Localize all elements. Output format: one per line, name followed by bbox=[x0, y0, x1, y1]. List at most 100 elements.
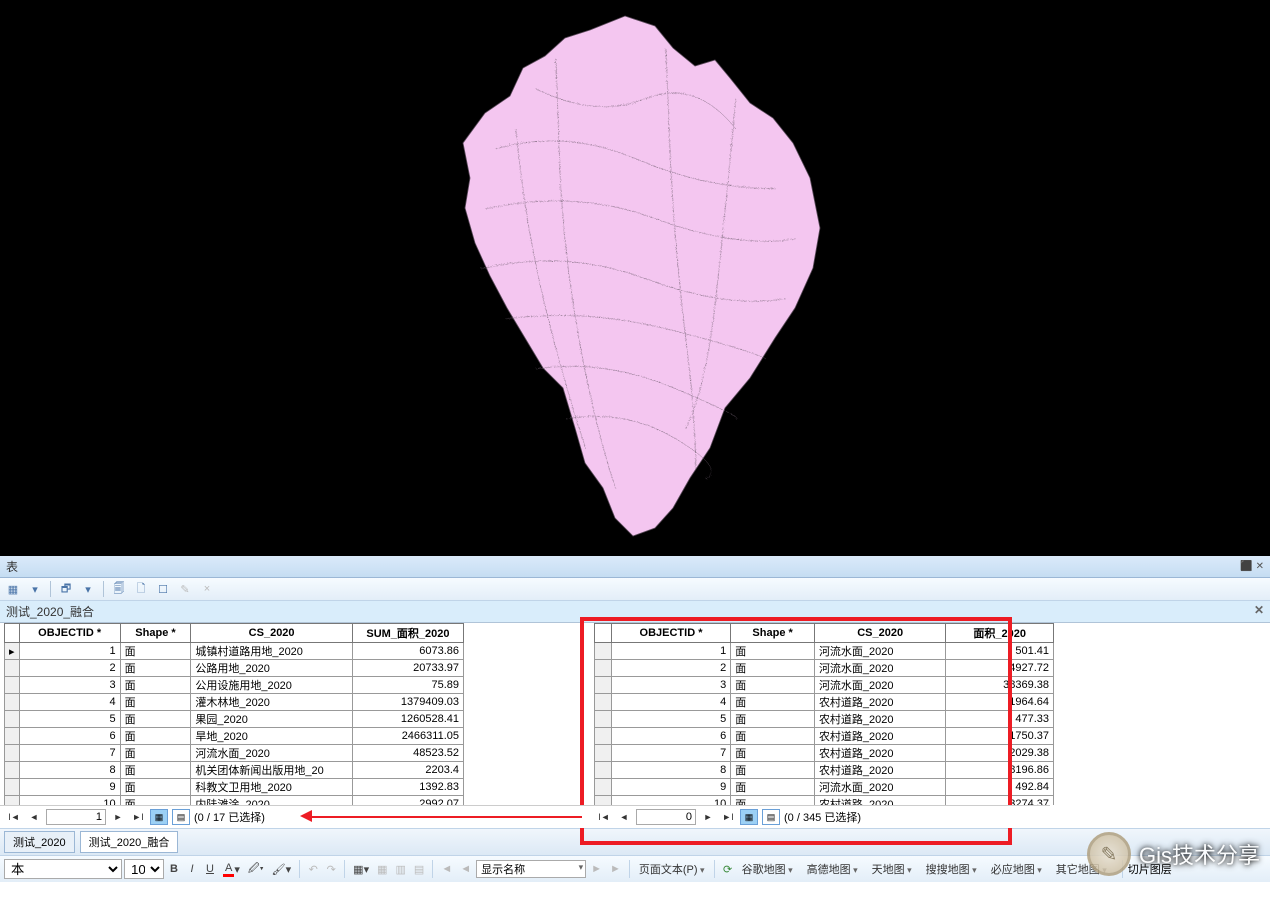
column-header[interactable] bbox=[595, 624, 612, 643]
column-header[interactable] bbox=[5, 624, 20, 643]
font-size-select[interactable]: 10 bbox=[124, 859, 164, 879]
panel-pin-buttons[interactable]: ⬛ ✕ bbox=[1240, 561, 1264, 572]
tab-item[interactable]: 测试_2020 bbox=[4, 831, 75, 853]
next-record-icon[interactable]: ► bbox=[700, 809, 716, 825]
column-header[interactable]: OBJECTID * bbox=[611, 624, 731, 643]
zoom-selection-icon: ✎ bbox=[176, 580, 194, 598]
font-family-select[interactable]: 本 bbox=[4, 859, 122, 879]
snap-icon: ▦ bbox=[374, 860, 390, 878]
table-row[interactable]: 5面农村道路_2020477.33 bbox=[595, 711, 1054, 728]
next-record-icon[interactable]: ► bbox=[110, 809, 126, 825]
left-table[interactable]: OBJECTID *Shape *CS_2020SUM_面积_2020 ▸1面城… bbox=[4, 623, 464, 805]
annotation-arrow-head bbox=[300, 810, 312, 822]
table-row[interactable]: 7面农村道路_20202029.38 bbox=[595, 745, 1054, 762]
map-viewport[interactable] bbox=[0, 0, 1270, 556]
dropdown-icon[interactable]: ▾ bbox=[79, 580, 97, 598]
basemap-menu[interactable]: 高德地图 bbox=[803, 864, 862, 876]
font-color-icon[interactable]: A▾ bbox=[220, 860, 243, 878]
table-row[interactable]: ▸1面城镇村道路用地_20206073.86 bbox=[5, 643, 464, 660]
table-row[interactable]: 4面农村道路_20201964.64 bbox=[595, 694, 1054, 711]
column-header[interactable]: CS_2020 bbox=[191, 624, 353, 643]
select-by-attr-icon[interactable]: 🗐 bbox=[110, 580, 128, 598]
close-icon[interactable]: ✕ bbox=[1254, 603, 1264, 620]
first-record-icon[interactable]: I◄ bbox=[596, 809, 612, 825]
right-nav-bar: I◄ ◄ ► ►I ▦ ▤ (0 / 345 已选择) bbox=[590, 805, 1050, 828]
prev-record-icon[interactable]: ◄ bbox=[616, 809, 632, 825]
switch-selection-icon[interactable]: 🗋 bbox=[132, 580, 150, 598]
table-row[interactable]: 6面旱地_20202466311.05 bbox=[5, 728, 464, 745]
right-table[interactable]: OBJECTID *Shape *CS_2020面积_2020 1面河流水面_2… bbox=[594, 623, 1054, 805]
watermark-text: Gis技术分享 bbox=[1139, 838, 1260, 870]
column-header[interactable]: CS_2020 bbox=[814, 624, 945, 643]
first-record-icon[interactable]: I◄ bbox=[6, 809, 22, 825]
record-number-input[interactable] bbox=[636, 809, 696, 825]
left-table-block: OBJECTID *Shape *CS_2020SUM_面积_2020 ▸1面城… bbox=[4, 623, 464, 805]
basemap-menu[interactable]: 天地图 bbox=[868, 864, 916, 876]
column-header[interactable]: Shape * bbox=[731, 624, 815, 643]
watermark: ✎ Gis技术分享 bbox=[1087, 832, 1260, 876]
table-row[interactable]: 10面内陆滩涂_20202992.07 bbox=[5, 796, 464, 806]
attribute-table-panel: 表 ⬛ ✕ ▦ ▾ 🗗 ▾ 🗐 🗋 ☐ ✎ × 测试_2020_融合 ✕ OBJ… bbox=[0, 556, 1270, 855]
last-record-icon[interactable]: ►I bbox=[130, 809, 146, 825]
table-name: 测试_2020_融合 bbox=[6, 603, 94, 620]
undo-icon: ↶ bbox=[305, 860, 321, 878]
rulers-icon: ▤ bbox=[411, 860, 427, 878]
column-header[interactable]: OBJECTID * bbox=[19, 624, 120, 643]
show-all-icon[interactable]: ▦ bbox=[150, 809, 168, 825]
next2-icon: ► bbox=[607, 860, 624, 878]
next-icon: ► bbox=[588, 860, 605, 878]
grid-icon[interactable]: ▦▾ bbox=[350, 860, 372, 878]
table-row[interactable]: 5面果园_20201260528.41 bbox=[5, 711, 464, 728]
table-row[interactable]: 4面灌木林地_20201379409.03 bbox=[5, 694, 464, 711]
column-header[interactable]: 面积_2020 bbox=[946, 624, 1054, 643]
bold-icon[interactable]: B bbox=[166, 860, 182, 878]
prev-icon: ◄ bbox=[438, 860, 455, 878]
right-table-block: OBJECTID *Shape *CS_2020面积_2020 1面河流水面_2… bbox=[594, 623, 1054, 805]
show-all-icon[interactable]: ▦ bbox=[740, 809, 758, 825]
delete-icon: × bbox=[198, 580, 216, 598]
annotation-arrow bbox=[310, 816, 582, 818]
redo-icon: ↷ bbox=[323, 860, 339, 878]
page-text-button[interactable]: 页面文本(P) bbox=[635, 861, 709, 877]
basemap-menu[interactable]: 搜搜地图 bbox=[922, 864, 981, 876]
table-row[interactable]: 10面农村道路_20203274.37 bbox=[595, 796, 1054, 806]
table-row[interactable]: 7面河流水面_202048523.52 bbox=[5, 745, 464, 762]
table-row[interactable]: 8面农村道路_20208196.86 bbox=[595, 762, 1054, 779]
display-name-select[interactable]: 显示名称 bbox=[476, 860, 586, 878]
highlight-icon[interactable]: 🖌▾ bbox=[269, 860, 295, 878]
table-row[interactable]: 2面公路用地_202020733.97 bbox=[5, 660, 464, 677]
table-options-icon[interactable]: ▦ bbox=[4, 580, 22, 598]
table-row[interactable]: 9面河流水面_2020492.84 bbox=[595, 779, 1054, 796]
related-tables-icon[interactable]: 🗗 bbox=[57, 580, 75, 598]
column-header[interactable]: Shape * bbox=[120, 624, 191, 643]
clear-selection-icon[interactable]: ☐ bbox=[154, 580, 172, 598]
record-number-input[interactable] bbox=[46, 809, 106, 825]
table-row[interactable]: 8面机关团体新闻出版用地_202203.4 bbox=[5, 762, 464, 779]
last-record-icon[interactable]: ►I bbox=[720, 809, 736, 825]
basemap-menu[interactable]: 必应地图 bbox=[987, 864, 1046, 876]
table-row[interactable]: 1面河流水面_2020501.41 bbox=[595, 643, 1054, 660]
underline-icon[interactable]: U bbox=[202, 860, 218, 878]
dropdown-icon[interactable]: ▾ bbox=[26, 580, 44, 598]
table-row[interactable]: 3面河流水面_202038369.38 bbox=[595, 677, 1054, 694]
map-polygon bbox=[415, 8, 855, 548]
table-row[interactable]: 3面公用设施用地_202075.89 bbox=[5, 677, 464, 694]
table-row[interactable]: 9面科教文卫用地_20201392.83 bbox=[5, 779, 464, 796]
column-header[interactable]: SUM_面积_2020 bbox=[352, 624, 463, 643]
prev-record-icon[interactable]: ◄ bbox=[26, 809, 42, 825]
basemap-menu[interactable]: 谷歌地图 bbox=[738, 864, 797, 876]
tab-item-active[interactable]: 测试_2020_融合 bbox=[80, 831, 179, 853]
show-selected-icon[interactable]: ▤ bbox=[762, 809, 780, 825]
selection-status: (0 / 17 已选择) bbox=[194, 809, 265, 825]
table-row[interactable]: 6面农村道路_20201750.37 bbox=[595, 728, 1054, 745]
table-toolbar: ▦ ▾ 🗗 ▾ 🗐 🗋 ☐ ✎ × bbox=[0, 578, 1270, 601]
layout-toolbar: 本 10 B I U A▾ 🖉▾ 🖌▾ ↶ ↷ ▦▾ ▦ ▥ ▤ ◄ ◄ 显示名… bbox=[0, 855, 1270, 882]
show-selected-icon[interactable]: ▤ bbox=[172, 809, 190, 825]
refresh-icon[interactable]: ⟳ bbox=[720, 860, 736, 878]
table-name-bar: 测试_2020_融合 ✕ bbox=[0, 601, 1270, 623]
table-row[interactable]: 2面河流水面_20204927.72 bbox=[595, 660, 1054, 677]
guides-icon: ▥ bbox=[393, 860, 409, 878]
fill-color-icon[interactable]: 🖉▾ bbox=[245, 860, 267, 878]
italic-icon[interactable]: I bbox=[184, 860, 200, 878]
panel-title-text: 表 bbox=[6, 558, 18, 575]
